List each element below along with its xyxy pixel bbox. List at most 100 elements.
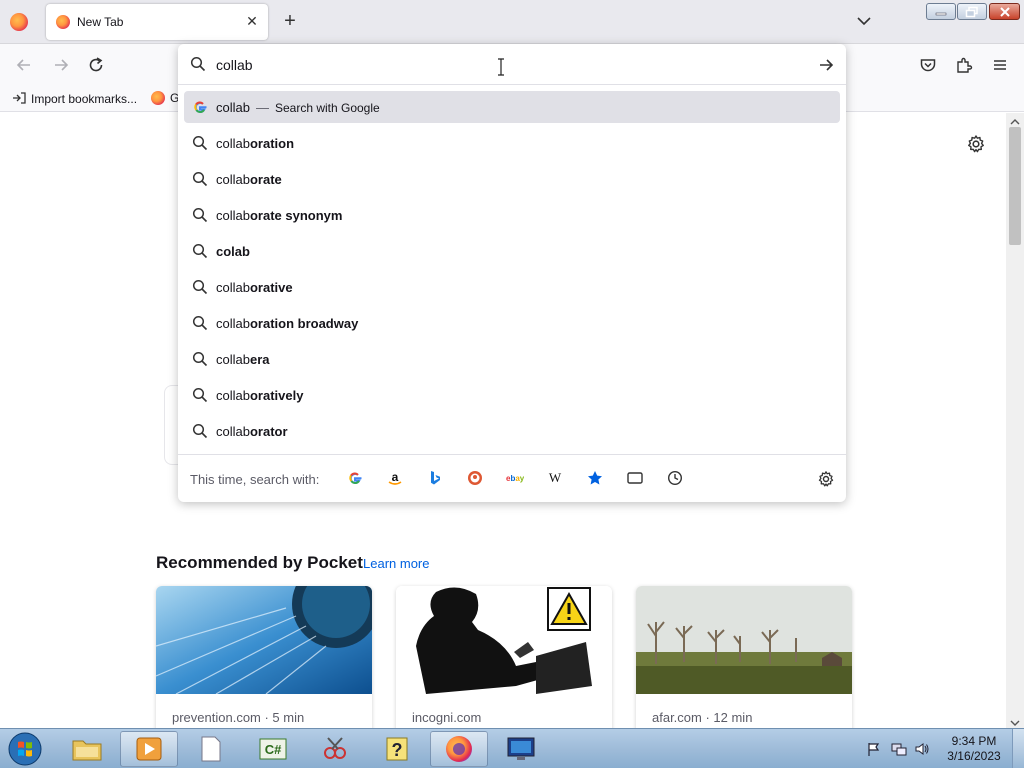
suggestion-text: collaborate [216,172,282,187]
suggestion-text: collaborative [216,280,293,295]
page-settings-gear-icon[interactable] [966,134,986,154]
result-action: Search with Google [274,101,380,115]
google-icon[interactable] [346,470,364,488]
history-icon[interactable] [666,470,684,488]
taskbar-help-icon[interactable]: ? [368,731,426,767]
pocket-story-card[interactable]: prevention.com · 5 min [156,586,372,728]
back-arrow-icon[interactable] [15,56,33,74]
network-icon[interactable] [891,741,907,757]
bookmarks-icon[interactable] [586,470,604,488]
taskbar-display-icon[interactable] [492,731,550,767]
search-icon [192,207,208,223]
suggestion-typed-part: collab [216,280,250,295]
tabs-icon[interactable] [626,470,644,488]
firefox-bookmark-icon [151,91,165,105]
search-suggestion-row[interactable]: collaborator [184,415,840,447]
close-window-button[interactable] [989,3,1020,20]
windows-taskbar: C# ? 9:34 PM 3/16/2023 [0,728,1024,768]
scrollbar-thumb[interactable] [1009,127,1021,245]
search-suggestion-row[interactable]: collaboratively [184,379,840,411]
scroll-down-arrow-icon[interactable] [1010,716,1020,726]
suggestion-text: collaboration [216,136,294,151]
story-source: incogni.com [412,710,482,725]
restore-button[interactable] [957,3,987,20]
taskbar-media-player-icon[interactable] [120,731,178,767]
ebay-icon[interactable]: ebay [506,470,525,488]
google-icon [192,99,208,115]
firefox-view-icon[interactable] [10,13,28,31]
minimize-button[interactable] [926,3,956,20]
hamburger-menu-icon[interactable] [991,56,1009,74]
list-all-tabs-chevron-down-icon[interactable] [855,12,873,30]
show-desktop-button[interactable] [1012,729,1024,768]
search-icon [192,279,208,295]
search-suggestion-row[interactable]: collaborative [184,271,840,303]
suggestion-text: colab [216,244,250,259]
import-icon [12,91,26,105]
taskbar-csharp-icon[interactable]: C# [244,731,302,767]
url-input[interactable]: collab [178,44,846,85]
start-button-windows-icon[interactable] [5,731,45,767]
pocket-icon[interactable] [919,56,937,74]
new-tab-button[interactable]: + [280,11,300,31]
suggestion-text: collaboratively [216,388,303,403]
taskbar-notepad-icon[interactable] [182,731,240,767]
action-center-flag-icon[interactable] [866,741,882,757]
search-settings-gear-icon[interactable] [817,470,835,488]
extensions-puzzle-icon[interactable] [955,56,973,74]
story-source: prevention.com · 5 min [172,710,305,725]
page-scrollbar[interactable] [1006,113,1024,728]
forward-arrow-icon[interactable] [52,56,70,74]
suggestion-typed-part: collab [216,136,250,151]
suggestion-typed-part: collab [216,208,250,223]
suggestion-completion-part: oration broadway [249,316,359,331]
getting-started-bookmark[interactable]: G [151,91,179,105]
search-icon [192,135,208,151]
clock-time: 9:34 PM [951,734,997,748]
taskbar-explorer-folder-icon[interactable] [58,731,116,767]
search-icon [192,171,208,187]
search-suggestion-row[interactable]: collaboration broadway [184,307,840,339]
volume-icon[interactable] [914,741,930,757]
landscape-trees-image [636,586,852,694]
reload-icon[interactable] [87,56,105,74]
search-suggestion-row[interactable]: collabera [184,343,840,375]
tab-new-tab[interactable]: New Tab ✕ [46,4,268,40]
taskbar-firefox-icon[interactable] [430,731,488,767]
close-tab-icon[interactable]: ✕ [244,13,260,29]
svg-text:W: W [549,470,562,485]
suggestion-completion-part: orative [249,280,293,295]
taskbar-clock[interactable]: 9:34 PM 3/16/2023 [942,734,1006,764]
search-suggestion-row[interactable]: collaborate synonym [184,199,840,231]
firefox-tab-icon [56,15,70,29]
go-arrow-icon[interactable] [817,56,835,74]
url-input-value[interactable]: collab [216,57,253,73]
wikipedia-icon[interactable]: W [546,470,564,488]
duckduckgo-icon[interactable] [466,470,484,488]
pocket-learn-more-link[interactable]: Learn more [363,556,429,571]
pocket-story-card[interactable]: afar.com · 12 min [636,586,852,728]
suggestion-typed-part: collab [216,316,250,331]
svg-text:ebay: ebay [506,474,524,483]
search-icon [192,387,208,403]
bing-icon[interactable] [426,470,444,488]
suggestion-completion-part: orator [249,424,288,439]
amazon-icon[interactable]: a [386,470,404,488]
clock-date: 3/16/2023 [947,749,1001,763]
import-bookmarks-item[interactable]: Import bookmarks... [12,91,137,106]
heuristic-search-result[interactable]: collab — Search with Google [184,91,840,123]
pocket-story-card[interactable]: incogni.com [396,586,612,728]
search-icon [192,315,208,331]
search-suggestion-row[interactable]: collaboration [184,127,840,159]
search-suggestion-row[interactable]: collaborate [184,163,840,195]
one-off-label: This time, search with: [190,472,320,487]
woman-laptop-warning-image [396,586,612,694]
scroll-up-arrow-icon[interactable] [1010,115,1020,125]
suggestion-text: collaboration broadway [216,316,358,331]
search-icon [192,351,208,367]
search-icon [192,243,208,259]
suggestion-typed-part: collab [216,352,250,367]
search-suggestion-row[interactable]: colab [184,235,840,267]
taskbar-snipping-tool-icon[interactable] [306,731,364,767]
tab-strip: New Tab ✕ + [0,0,1024,44]
